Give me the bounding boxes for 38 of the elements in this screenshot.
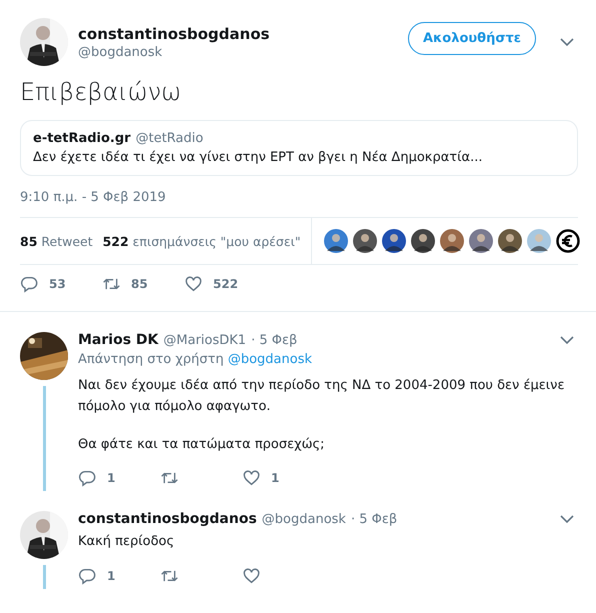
reply-icon[interactable] bbox=[20, 275, 39, 293]
chevron-icon[interactable] bbox=[560, 38, 574, 46]
quoted-tweet[interactable]: e-tetRadio.gr @tetRadio Δεν έχετε ιδέα τι έχει να γίνει στην ΕΡΤ αν βγει η Νέα Δημοκρατία... bbox=[20, 120, 578, 176]
reply-icon[interactable] bbox=[78, 469, 97, 488]
display-name[interactable]: Marios DK bbox=[78, 332, 158, 348]
mention-link[interactable]: @bogdanosk bbox=[228, 352, 312, 367]
tweet-text: Επιβεβαιώνω bbox=[20, 78, 182, 106]
reply-text: Ναι δεν έχουμε ιδέα από την περίοδο της ΝΔ το 2004-2009 που δεν έμεινε πόμολο για πόμολο αφαγωτο. bbox=[78, 377, 566, 416]
reply-count: 53 bbox=[49, 277, 66, 291]
chevron-icon[interactable] bbox=[560, 336, 574, 344]
reply-icon[interactable] bbox=[78, 566, 97, 585]
timestamp[interactable]: 9:10 π.μ. - 5 Φεβ 2019 bbox=[20, 190, 166, 205]
quoted-handle: @tetRadio bbox=[136, 131, 204, 146]
chevron-icon[interactable] bbox=[560, 515, 574, 524]
reply-count: 1 bbox=[107, 471, 116, 486]
heart-icon[interactable] bbox=[242, 469, 261, 488]
reply-text: Κακή περίοδος bbox=[78, 533, 176, 552]
reply-date[interactable]: · 5 Φεβ bbox=[350, 512, 398, 527]
display-name[interactable]: constantinosbogdanos bbox=[78, 511, 257, 528]
user-handle[interactable]: @bogdanosk bbox=[78, 44, 398, 60]
like-count: 522 bbox=[213, 277, 238, 291]
heart-icon[interactable] bbox=[184, 275, 203, 293]
stat-link[interactable]: 85 Retweet bbox=[20, 234, 93, 248]
display-name[interactable]: constantinosbogdanos bbox=[78, 24, 398, 42]
reply-count: 1 bbox=[107, 568, 116, 583]
heart-icon[interactable] bbox=[242, 566, 261, 585]
reply-text: Θα φάτε και τα πατώματα προσεχώς; bbox=[78, 436, 326, 454]
quoted-name: e-tetRadio.gr bbox=[33, 131, 131, 146]
follow-button[interactable]: Ακολουθήστε bbox=[408, 22, 536, 55]
reply-context: Απάντηση στο χρήστη @bogdanosk bbox=[78, 352, 313, 367]
like-count: 1 bbox=[271, 471, 280, 486]
user-handle[interactable]: @bogdanosk bbox=[262, 512, 346, 527]
user-handle[interactable]: @MariosDK1 bbox=[163, 332, 246, 348]
euro-symbol-icon[interactable] bbox=[556, 229, 580, 253]
reply-date[interactable]: · 5 Φεβ bbox=[251, 332, 298, 348]
stat-link[interactable]: 522 επισημάνσεις "μου αρέσει" bbox=[102, 234, 301, 248]
quoted-text: Δεν έχετε ιδέα τι έχει να γίνει στην ΕΡΤ αν βγει η Νέα Δημοκρατία... bbox=[33, 150, 484, 165]
retweet-count: 85 bbox=[131, 277, 148, 291]
